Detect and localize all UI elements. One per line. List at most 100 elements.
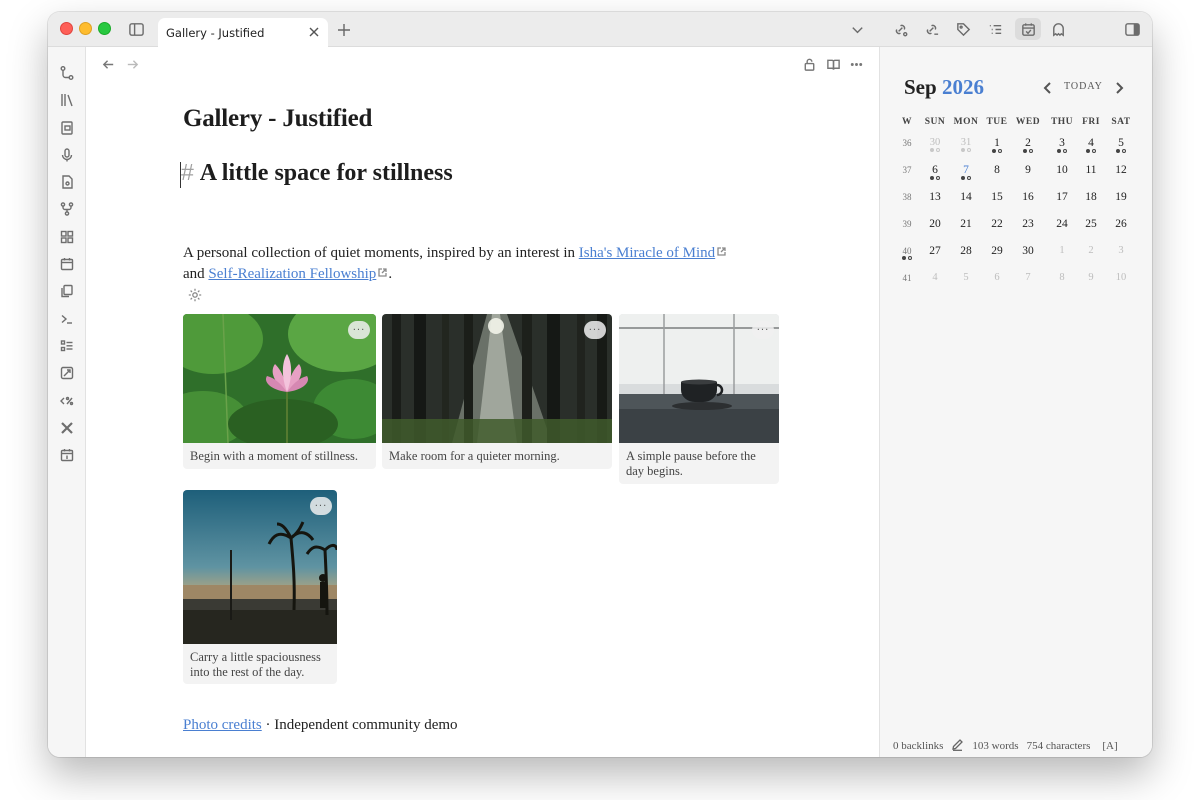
graph-icon[interactable]: [57, 63, 77, 83]
backlinks-count[interactable]: 0 backlinks: [893, 740, 943, 752]
calendar-day[interactable]: 3: [1047, 137, 1077, 155]
gallery-card-lotus[interactable]: ··· Begin with a moment of stillness.: [183, 314, 376, 469]
templater-icon[interactable]: [57, 391, 77, 411]
card-more-button[interactable]: ···: [584, 321, 606, 339]
calendar-day[interactable]: 2: [1076, 245, 1106, 256]
forward-arrow-icon[interactable]: [122, 55, 142, 73]
image-icon[interactable]: [57, 363, 77, 383]
calendar-day[interactable]: 9: [1076, 272, 1106, 283]
calendar-day[interactable]: 10: [1047, 164, 1077, 176]
terminal-icon[interactable]: [57, 309, 77, 329]
minimize-window-button[interactable]: [79, 22, 92, 35]
backlinks-icon[interactable]: [889, 18, 911, 40]
calendar-day[interactable]: 7: [951, 164, 981, 182]
microphone-icon[interactable]: [57, 145, 77, 165]
gallery-card-coffee[interactable]: ··· A simple pause before the day begins…: [619, 314, 779, 484]
calendar-day[interactable]: 11: [1076, 164, 1106, 176]
calendar-week-number[interactable]: 37: [892, 165, 922, 175]
calendar-day[interactable]: 19: [1106, 191, 1136, 203]
calendar-day[interactable]: 9: [1013, 164, 1043, 176]
next-month-icon[interactable]: [1112, 81, 1126, 95]
calendar-day[interactable]: 30: [920, 137, 950, 154]
checklist-icon[interactable]: [57, 336, 77, 356]
calendar-day[interactable]: 7: [1013, 272, 1043, 283]
gallery-card-beach[interactable]: ··· Carry a little spaciousness into the…: [183, 490, 337, 684]
calendar-day[interactable]: 21: [951, 218, 981, 230]
calendar-day[interactable]: 29: [982, 245, 1012, 257]
outline-icon[interactable]: [984, 18, 1006, 40]
calendar-day[interactable]: 18: [1076, 191, 1106, 203]
card-more-button[interactable]: ···: [348, 321, 370, 339]
lock-icon[interactable]: [799, 55, 819, 73]
calendar-week-number[interactable]: 39: [892, 219, 922, 229]
previous-month-icon[interactable]: [1041, 81, 1055, 95]
card-more-button[interactable]: ···: [310, 497, 332, 515]
calendar-day[interactable]: 5: [951, 272, 981, 283]
sidebar-toggle-icon[interactable]: [125, 18, 147, 40]
calendar-day[interactable]: 22: [982, 218, 1012, 230]
calendar-day[interactable]: 30: [1013, 245, 1043, 257]
gallery-card-forest[interactable]: ··· Make room for a quieter morning.: [382, 314, 612, 469]
calendar-day[interactable]: 14: [951, 191, 981, 203]
card-more-button[interactable]: ···: [752, 321, 774, 339]
today-button[interactable]: TODAY: [1064, 81, 1103, 92]
calendar-day[interactable]: 27: [920, 245, 950, 257]
calendar-day[interactable]: 13: [920, 191, 950, 203]
calendar-day[interactable]: 4: [1076, 137, 1106, 155]
note-title[interactable]: Gallery - Justified: [183, 105, 372, 133]
calendar-week-number[interactable]: 41: [892, 273, 922, 283]
more-options-icon[interactable]: [846, 55, 866, 73]
calendar-day[interactable]: 20: [920, 218, 950, 230]
chevron-down-icon[interactable]: [846, 18, 868, 40]
calendar-day[interactable]: 25: [1076, 218, 1106, 230]
library-icon[interactable]: [57, 90, 77, 110]
calendar-day[interactable]: 12: [1106, 164, 1136, 176]
calendar-day[interactable]: 2: [1013, 137, 1043, 155]
reader-icon[interactable]: [57, 118, 77, 138]
calendar-day[interactable]: 17: [1047, 191, 1077, 203]
tools-icon[interactable]: [57, 418, 77, 438]
heading-line[interactable]: # A little space for stillness: [180, 159, 453, 188]
calendar-week-number[interactable]: 38: [892, 192, 922, 202]
calendar-day[interactable]: 1: [982, 137, 1012, 155]
file-icon[interactable]: [57, 172, 77, 192]
calendar-day[interactable]: 31: [951, 137, 981, 154]
calendar-day[interactable]: 4: [920, 272, 950, 283]
calendar-day[interactable]: 8: [982, 164, 1012, 176]
grid-icon[interactable]: [57, 227, 77, 247]
calendar-day[interactable]: 8: [1047, 272, 1077, 283]
reading-view-icon[interactable]: [823, 55, 843, 73]
calendar-day[interactable]: 28: [951, 245, 981, 257]
calendar-day[interactable]: 16: [1013, 191, 1043, 203]
link-self-realization-fellowship[interactable]: Self-Realization Fellowship: [208, 266, 376, 282]
calendar-day[interactable]: 6: [920, 164, 950, 182]
editor-mode[interactable]: [A]: [1102, 740, 1117, 752]
zoom-window-button[interactable]: [98, 22, 111, 35]
fork-icon[interactable]: [57, 199, 77, 219]
outgoing-links-icon[interactable]: [920, 18, 942, 40]
calendar-day[interactable]: 3: [1106, 245, 1136, 256]
calendar-day[interactable]: 24: [1047, 218, 1077, 230]
gear-icon[interactable]: [187, 287, 203, 303]
calendar-day[interactable]: 10: [1106, 272, 1136, 283]
right-sidebar-toggle-icon[interactable]: [1121, 18, 1143, 40]
calendar-week-number[interactable]: 36: [892, 138, 922, 148]
calendar-day[interactable]: 15: [982, 191, 1012, 203]
close-tab-icon[interactable]: [306, 24, 322, 40]
pencil-icon[interactable]: [951, 738, 964, 754]
tab-gallery-justified[interactable]: Gallery - Justified: [158, 18, 328, 47]
calendar-day[interactable]: 23: [1013, 218, 1043, 230]
ghost-icon[interactable]: [1047, 18, 1069, 40]
daily-note-icon[interactable]: [57, 445, 77, 465]
calendar-day[interactable]: 5: [1106, 137, 1136, 155]
link-isha-miracle-of-mind[interactable]: Isha's Miracle of Mind: [579, 245, 715, 261]
copy-icon[interactable]: [57, 281, 77, 301]
back-arrow-icon[interactable]: [98, 55, 118, 73]
tags-icon[interactable]: [952, 18, 974, 40]
calendar-day[interactable]: 1: [1047, 245, 1077, 256]
calendar-day[interactable]: 6: [982, 272, 1012, 283]
calendar-day[interactable]: 26: [1106, 218, 1136, 230]
calendar-icon[interactable]: [1015, 18, 1041, 40]
calendar-week-number[interactable]: 40: [892, 246, 922, 262]
calendar-day-icon[interactable]: [57, 254, 77, 274]
